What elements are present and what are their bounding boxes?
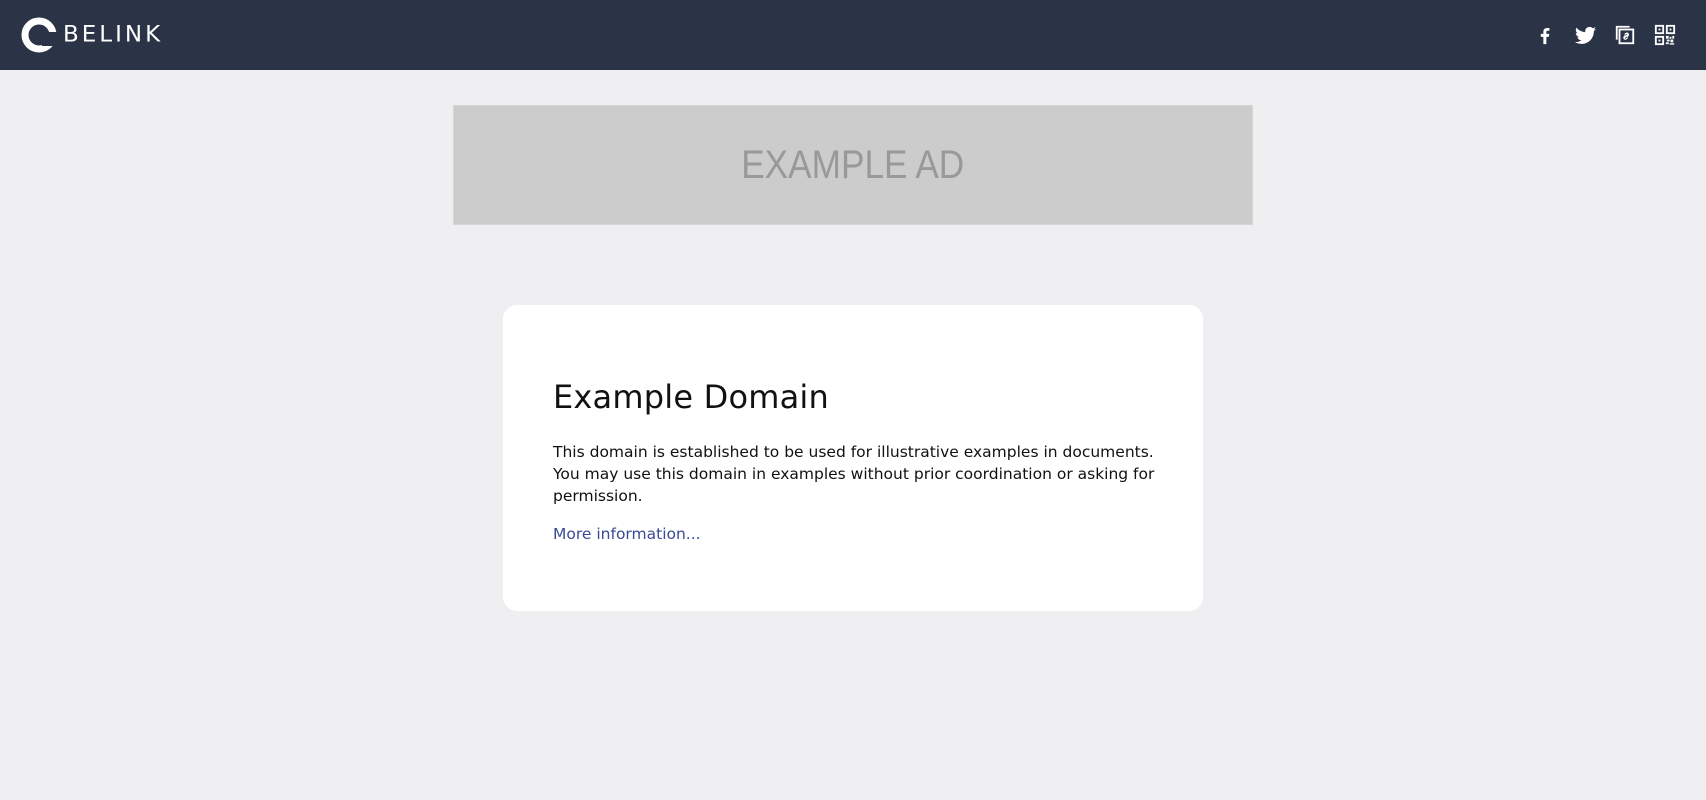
top-navigation-bar: BELINK: [0, 0, 1706, 70]
twitter-icon: [1574, 26, 1596, 44]
page-title: Example Domain: [553, 378, 829, 416]
facebook-share-button[interactable]: [1409, 22, 1435, 48]
twitter-share-button[interactable]: [1572, 22, 1598, 48]
brand-name: BELINK: [63, 22, 164, 48]
advertisement-banner[interactable]: EXAMPLE AD: [453, 105, 1253, 225]
qr-code-button[interactable]: [1652, 22, 1678, 48]
description-text: This domain is established to be used fo…: [553, 443, 1155, 505]
brand-logo-icon: [21, 17, 59, 53]
qr-code-icon: [1654, 24, 1676, 46]
copy-link-button[interactable]: [1612, 22, 1638, 48]
copy-link-icon: [1615, 25, 1635, 45]
facebook-icon: [1540, 27, 1550, 45]
content-card: Example Domain This domain is establishe…: [503, 305, 1203, 611]
more-information-link[interactable]: More information...: [553, 523, 701, 545]
facebook-share-button[interactable]: [1532, 22, 1558, 48]
advertisement-label: EXAMPLE AD: [741, 142, 965, 187]
brand-logo[interactable]: BELINK: [19, 15, 163, 55]
